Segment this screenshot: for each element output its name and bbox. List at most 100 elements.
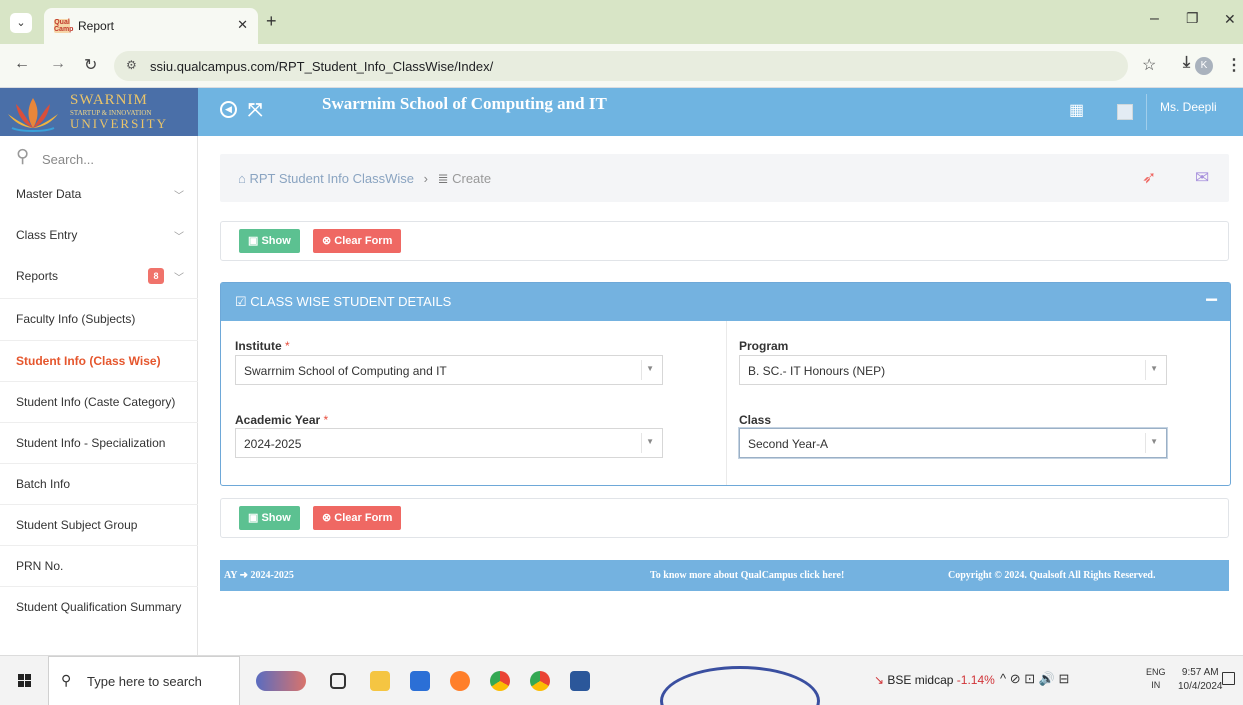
- program-label-text: Program: [739, 339, 789, 353]
- browser-menu-icon[interactable]: ⋮: [1226, 55, 1242, 75]
- collapse-icon[interactable]: −: [1205, 287, 1218, 313]
- browser-tab-bar: ⌄ Qual Camp Report ✕ + – ❐ ✕: [0, 0, 1243, 44]
- file-explorer-icon[interactable]: [370, 671, 390, 691]
- bookmark-star-icon[interactable]: ☆: [1142, 55, 1156, 75]
- school-title: Swarrnim School of Computing and IT: [322, 94, 607, 113]
- sidebar-item-label: PRN No.: [16, 559, 64, 573]
- caret-down-icon: ▼: [646, 437, 654, 446]
- tab-list-chevron-icon[interactable]: ⌄: [10, 13, 32, 33]
- caret-down-icon: ▼: [1150, 437, 1158, 446]
- system-tray-icons[interactable]: ^ ⊘ ⊡ 🔊 ⊟: [1000, 671, 1069, 687]
- chrome-icon[interactable]: [490, 671, 510, 691]
- windows-start-icon[interactable]: [18, 674, 32, 688]
- show-button[interactable]: ▣ Show: [239, 229, 300, 253]
- sidebar-item-label: Faculty Info (Subjects): [16, 312, 136, 326]
- save-icon: ▣: [248, 512, 259, 524]
- reload-icon[interactable]: ↻: [84, 55, 97, 75]
- lotus-logo-icon: [8, 98, 58, 132]
- academic-year-select-value: 2024-2025: [244, 437, 302, 451]
- stamp-graphic-icon: [660, 666, 820, 705]
- microsoft-store-icon[interactable]: [410, 671, 430, 691]
- institute-label: Institute *: [235, 339, 290, 353]
- fullscreen-icon[interactable]: ⤧: [248, 100, 262, 121]
- class-select[interactable]: Second Year-A ▼: [739, 428, 1167, 458]
- panel-header: ☑ CLASS WISE STUDENT DETAILS −: [221, 283, 1230, 321]
- sidebar-item-student-info-caste-category[interactable]: Student Info (Caste Category): [0, 381, 198, 421]
- sidebar-item-faculty-info-subjects[interactable]: Faculty Info (Subjects): [0, 298, 198, 338]
- new-tab-button[interactable]: +: [266, 11, 277, 32]
- send-icon[interactable]: ➶: [1142, 168, 1156, 188]
- url-omnibox[interactable]: ⚙ ssiu.qualcampus.com/RPT_Student_Info_C…: [114, 51, 1128, 81]
- sidebar-item-student-subject-group[interactable]: Student Subject Group: [0, 504, 198, 544]
- academic-year-footer: AY ➜ 2024-2025: [224, 570, 294, 581]
- institute-select[interactable]: Swarrnim School of Computing and IT ▼: [235, 355, 663, 385]
- sidebar-item-label: Student Info (Class Wise): [16, 354, 161, 368]
- sidebar-item-label: Student Subject Group: [16, 518, 138, 532]
- tab-title: Report: [78, 19, 115, 33]
- restore-icon[interactable]: ❐: [1186, 10, 1199, 27]
- profile-avatar[interactable]: K: [1195, 57, 1213, 75]
- program-select[interactable]: B. SC.- IT Honours (NEP) ▼: [739, 355, 1167, 385]
- program-label: Program: [739, 339, 788, 353]
- know-more-link[interactable]: To know more about QualCampus click here…: [650, 570, 844, 581]
- forward-arrow-icon[interactable]: →: [50, 55, 66, 73]
- sidebar-item-label: Class Entry: [16, 228, 78, 242]
- logo-text-swarnim: SWARNIM: [70, 92, 148, 108]
- stock-ticker[interactable]: ↘ BSE midcap -1.14%: [874, 673, 995, 687]
- bottom-button-row: ▣ Show ⊗ Clear Form: [220, 498, 1229, 538]
- top-button-row: ▣ Show ⊗ Clear Form: [220, 221, 1229, 261]
- user-name[interactable]: Ms. Deepli: [1160, 100, 1217, 114]
- sidebar-item-master-data[interactable]: Master Data ﹀: [0, 174, 198, 214]
- download-icon[interactable]: ⤓: [1183, 54, 1190, 72]
- mail-icon[interactable]: ✉: [1195, 168, 1209, 188]
- chrome-profile-icon[interactable]: [530, 671, 550, 691]
- caret-down-icon: ▼: [1150, 364, 1158, 373]
- main-content: ⌂ RPT Student Info ClassWise › ≣ Create …: [198, 136, 1243, 655]
- system-clock[interactable]: 9:57 AM 10/4/2024: [1178, 666, 1223, 694]
- qualcampus-favicon-icon: Qual Camp: [54, 19, 73, 33]
- browser-tab-report[interactable]: Qual Camp Report ✕: [44, 8, 258, 44]
- sidebar: ⚲ Search... Master Data ﹀ Class Entry ﹀ …: [0, 136, 198, 655]
- firefox-icon[interactable]: [450, 671, 470, 691]
- sidebar-item-student-info-specialization[interactable]: Student Info - Specialization: [0, 422, 198, 462]
- breadcrumb-root[interactable]: RPT Student Info ClassWise: [249, 171, 414, 186]
- sidebar-item-student-qualification-summary[interactable]: Student Qualification Summary: [0, 586, 198, 626]
- back-arrow-icon[interactable]: ←: [14, 55, 30, 73]
- clear-circle-icon: ⊗: [322, 512, 332, 524]
- apps-grid-icon[interactable]: ▦: [1069, 100, 1084, 120]
- task-view-icon[interactable]: [330, 673, 346, 689]
- language-indicator[interactable]: ENG IN: [1146, 666, 1166, 692]
- sidebar-search[interactable]: ⚲ Search...: [0, 146, 198, 176]
- sidebar-item-batch-info[interactable]: Batch Info: [0, 463, 198, 503]
- sidebar-item-class-entry[interactable]: Class Entry ﹀: [0, 215, 198, 255]
- tab-close-icon[interactable]: ✕: [237, 17, 248, 33]
- show-button[interactable]: ▣ Show: [239, 506, 300, 530]
- close-window-icon[interactable]: ✕: [1224, 11, 1236, 28]
- cortana-widget-icon[interactable]: [256, 671, 306, 691]
- site-settings-icon[interactable]: ⚙: [126, 58, 137, 72]
- clear-form-button[interactable]: ⊗ Clear Form: [313, 229, 402, 253]
- arrow-right-icon: ➜: [239, 570, 249, 581]
- logo-text-university: UNIVERSITY: [70, 116, 168, 131]
- home-icon[interactable]: ⌂: [238, 171, 246, 186]
- search-icon: ⚲: [16, 146, 30, 166]
- university-logo[interactable]: SWARNIM STARTUP & INNOVATION UNIVERSITY: [0, 88, 198, 136]
- caret-down-icon: ▼: [646, 364, 654, 373]
- clear-circle-icon: ⊗: [322, 235, 332, 247]
- clear-form-button[interactable]: ⊗ Clear Form: [313, 506, 402, 530]
- institute-select-value: Swarrnim School of Computing and IT: [244, 364, 447, 378]
- sidebar-item-student-info-class-wise[interactable]: Student Info (Class Wise): [0, 340, 198, 380]
- user-avatar[interactable]: [1117, 104, 1133, 120]
- notification-icon[interactable]: [1222, 672, 1235, 685]
- word-icon[interactable]: [570, 671, 590, 691]
- sidebar-item-prn-no[interactable]: PRN No.: [0, 545, 198, 585]
- taskbar-search-box[interactable]: ⚲ Type here to search: [48, 656, 240, 705]
- minimize-icon[interactable]: –: [1150, 10, 1159, 28]
- chevron-down-icon: ﹀: [174, 273, 184, 284]
- academic-year-select[interactable]: 2024-2025 ▼: [235, 428, 663, 458]
- required-marker: *: [285, 339, 290, 353]
- sidebar-item-reports[interactable]: Reports 8 ﹀: [0, 256, 198, 296]
- breadcrumb-separator-icon: ›: [423, 171, 428, 186]
- select-divider: [1145, 360, 1146, 380]
- sidebar-toggle-icon[interactable]: ◀: [220, 101, 237, 118]
